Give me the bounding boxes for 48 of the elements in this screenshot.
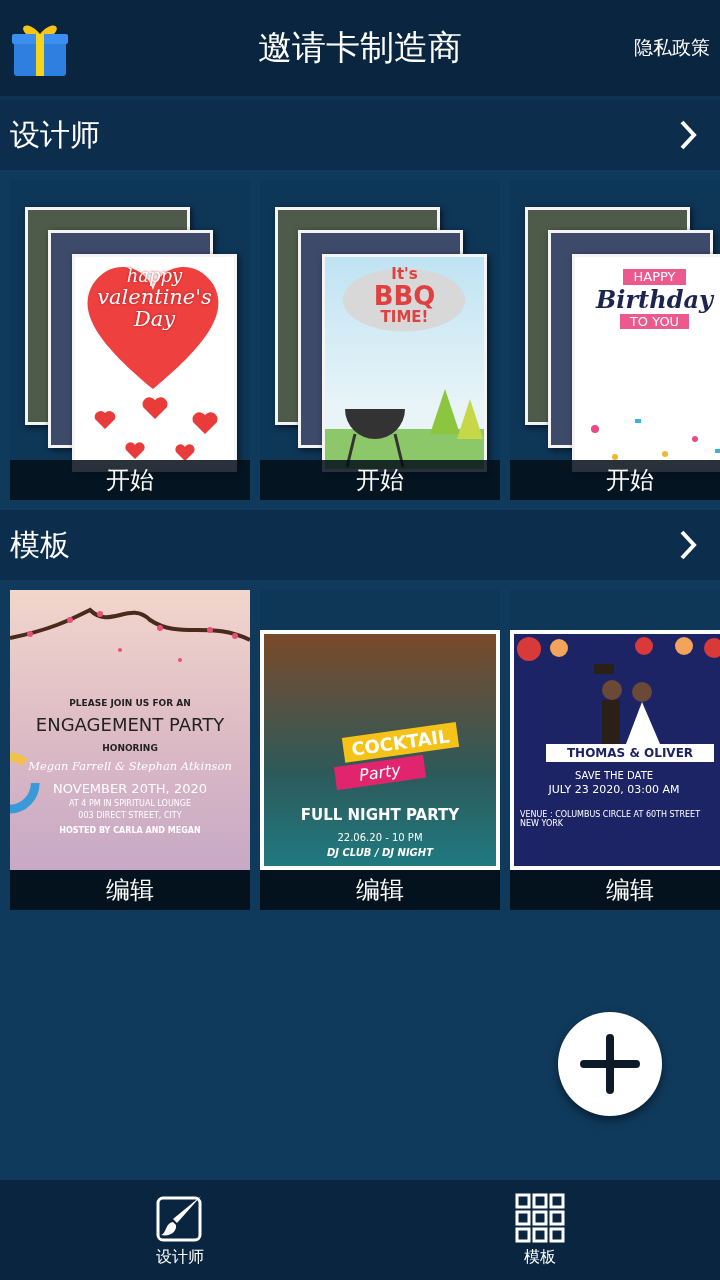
nav-tab[interactable]: 模板 (360, 1180, 720, 1280)
edit-label[interactable]: 编辑 (10, 870, 250, 910)
section-header[interactable]: 设计师 (0, 100, 720, 170)
section-title: 设计师 (10, 115, 100, 154)
template-card[interactable]: PLEASE JOIN US FOR AN ENGAGEMENT PARTY HONORING Megan Farrell & Stephan Atkinson NOVEMBER 20TH, 2020 AT 4 PM IN SPIRITUAL LOUNGE 003 DIRECT STREET, CITY HOSTED BY CARLA AND MEGAN 编辑 (10, 590, 250, 910)
artwork-text: NOVEMBER 20TH, 2020 (53, 781, 207, 796)
add-button[interactable] (558, 1012, 662, 1116)
artwork-text: It's (391, 267, 418, 283)
template-card[interactable]: THOMAS & OLIVER SAVE THE DATE JULY 23 2020, 03:00 AM VENUE : COLUMBUS CIRCLE AT 60TH STREET NEW YORK 编辑 (510, 590, 720, 910)
section-header[interactable]: 模板 (0, 510, 720, 580)
artwork-text: 22.06.20 - 10 PM (337, 832, 423, 843)
artwork-text: JULY 23 2020, 03:00 AM (547, 783, 681, 796)
artwork-text: HAPPY (623, 269, 686, 285)
artwork-text: SAVE THE DATE (573, 770, 655, 781)
artwork-text: HONORING (102, 743, 158, 753)
artwork-text: BBQ (373, 282, 436, 311)
plus-icon (580, 1034, 640, 1094)
artwork-text: AT 4 PM IN SPIRITUAL LOUNGE (69, 799, 191, 808)
chevron-right-icon[interactable] (678, 529, 698, 561)
app-title: 邀请卡制造商 (257, 26, 463, 69)
edit-label[interactable]: 编辑 (260, 870, 500, 910)
template-card[interactable]: COCKTAIL Party FULL NIGHT PARTY 22.06.20 - 10 PM DJ CLUB / DJ NIGHT 编辑 (260, 590, 500, 910)
start-label[interactable]: 开始 (10, 460, 250, 500)
artwork-text: 003 DIRECT STREET, CITY (78, 811, 182, 820)
start-label[interactable]: 开始 (260, 460, 500, 500)
grid-icon (515, 1192, 565, 1243)
privacy-policy-link[interactable]: 隐私政策 (634, 35, 710, 61)
designer-card[interactable]: HAPPY Birthday TO YOU 开始 (510, 180, 720, 500)
edit-label[interactable]: 编辑 (510, 870, 720, 910)
artwork-text: Party (333, 754, 427, 791)
artwork-text: valentine's (97, 285, 212, 308)
artwork-text: COCKTAIL (341, 722, 459, 763)
artwork-text: VENUE : COLUMBUS CIRCLE AT 60TH STREET NEW YORK (520, 810, 702, 828)
artwork-text: TIME! (380, 310, 429, 326)
chevron-right-icon[interactable] (678, 119, 698, 151)
artwork-text: FULL NIGHT PARTY (300, 806, 460, 824)
artwork-text: HOSTED BY CARLA AND MEGAN (59, 826, 201, 835)
artwork-text: TO YOU (619, 313, 690, 330)
artwork-text: ENGAGEMENT PARTY (35, 714, 225, 735)
designer-card[interactable]: It's BBQ TIME! 开始 (260, 180, 500, 500)
artwork-text: Megan Farrell & Stephan Atkinson (28, 759, 232, 773)
section-title: 模板 (10, 525, 70, 564)
artwork-text: PLEASE JOIN US FOR AN (69, 698, 191, 708)
artwork-text: Day (133, 307, 176, 330)
start-label[interactable]: 开始 (510, 460, 720, 500)
artwork-text: Birthday (596, 286, 713, 312)
artwork-text: DJ CLUB / DJ NIGHT (327, 847, 433, 858)
nav-tab[interactable]: 设计师 (0, 1180, 360, 1280)
